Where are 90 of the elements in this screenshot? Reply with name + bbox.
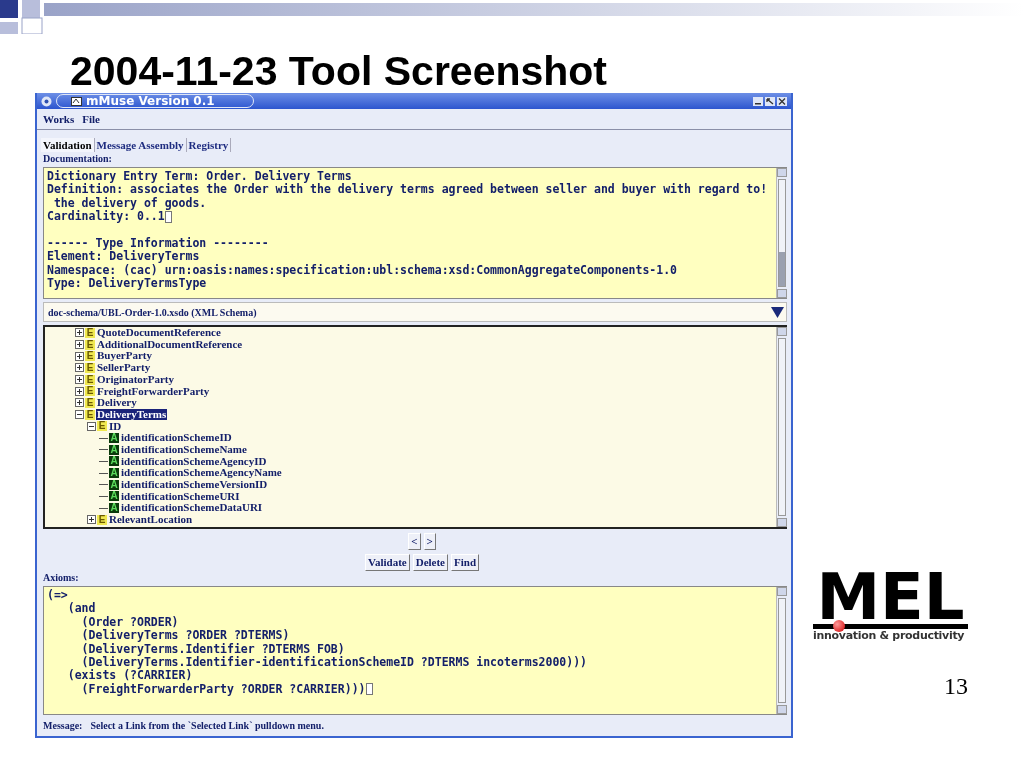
documentation-line: Definition: associates the Order with the delivery terms agreed between seller and buyer with regard to!	[47, 183, 768, 197]
tree-item[interactable]: identificationSchemeName	[120, 443, 248, 456]
page-number: 13	[944, 673, 968, 700]
window-title: mMuse Version 0.1	[86, 95, 215, 107]
tree-toggle-icon[interactable]	[75, 410, 84, 420]
axiom-line: (FreightForwarderParty ?ORDER ?CARRIER)))	[80, 682, 366, 697]
nav-button[interactable]: <	[408, 533, 421, 550]
node-type-icon: E	[85, 374, 95, 385]
node-type-icon: E	[85, 362, 95, 373]
tree-toggle-icon[interactable]	[75, 351, 84, 361]
action-button[interactable]: Find	[451, 554, 479, 571]
node-type-icon: A	[109, 433, 119, 444]
tree-toggle-icon[interactable]	[75, 363, 84, 373]
tree-item[interactable]: identificationSchemeVersionID	[120, 479, 269, 491]
company-logo: MEL innovation & productivity	[813, 572, 968, 643]
axiom-line: (and	[66, 602, 96, 616]
node-type-icon: E	[85, 397, 95, 408]
slide-title: 2004-11-23 Tool Screenshot	[70, 50, 608, 93]
tree-item[interactable]: SellerParty	[96, 362, 152, 374]
tree-toggle-icon[interactable]	[75, 375, 84, 385]
tree-toggle-icon[interactable]	[75, 328, 84, 338]
documentation-line: Element: DeliveryTerms	[47, 250, 200, 264]
tree-item[interactable]: Delivery	[96, 397, 138, 409]
dropdown-arrow-icon	[771, 306, 784, 318]
documentation-line: Namespace: (cac) urn:oasis:names:specification:ubl:schema:xsd:CommonAggregateComponents-1.0	[47, 263, 678, 278]
section-label: Documentation:	[42, 152, 113, 166]
node-type-icon: E	[85, 409, 95, 420]
node-type-icon: E	[85, 327, 95, 338]
section-label: Axioms:	[42, 571, 80, 585]
node-type-icon: E	[85, 386, 95, 397]
status-label: Message:	[43, 720, 83, 732]
tree-item[interactable]: QuoteDocumentReference	[96, 327, 222, 339]
nav-button[interactable]: >	[423, 533, 436, 550]
tree-item[interactable]: identificationSchemeAgencyID	[120, 455, 268, 468]
documentation-line: ------ Type Information --------	[47, 236, 269, 251]
node-type-icon: A	[109, 468, 119, 479]
documentation-text-area[interactable]	[43, 167, 787, 299]
axiom-line: (DeliveryTerms ?ORDER ?DTERMS)	[80, 629, 290, 643]
tree-item[interactable]: identificationSchemeDataURI	[120, 502, 264, 514]
tree-item[interactable]: OriginatorParty	[96, 373, 175, 386]
scrollbar[interactable]	[776, 327, 787, 527]
maximize-icon[interactable]	[765, 96, 775, 106]
tree-item[interactable]: ID	[108, 420, 123, 433]
window-menu-icon[interactable]	[41, 95, 52, 107]
minimize-icon[interactable]	[753, 96, 763, 106]
tree-item[interactable]: identificationSchemeURI	[120, 490, 241, 503]
action-button[interactable]: Delete	[412, 554, 448, 571]
scrollbar[interactable]	[776, 587, 787, 714]
node-type-icon: E	[97, 514, 107, 525]
schema-dropdown[interactable]: doc-schema/UBL-Order-1.0.xsdo (XML Schema)	[43, 302, 787, 322]
menu-item[interactable]: File	[82, 113, 100, 126]
node-type-icon: E	[85, 351, 95, 362]
tree-item[interactable]: RelevantLocation	[108, 514, 194, 526]
node-type-icon: E	[97, 421, 107, 432]
tree-toggle-icon[interactable]	[75, 398, 84, 408]
tree-item[interactable]: DeliveryTerms	[96, 408, 168, 421]
tree-item[interactable]: identificationSchemeAgencyName	[120, 467, 283, 479]
tree-toggle-icon[interactable]	[75, 386, 84, 396]
tree-item[interactable]: BuyerParty	[96, 350, 153, 362]
documentation-line: Dictionary Entry Term: Order. Delivery Terms	[47, 170, 352, 184]
documentation-line: Type: DeliveryTermsType	[47, 277, 207, 291]
menu-item[interactable]: Works	[43, 113, 75, 126]
tree-toggle-icon[interactable]	[87, 515, 96, 525]
axiom-line: (=>	[47, 589, 68, 603]
axioms-text-area[interactable]	[43, 586, 787, 715]
axiom-line: (DeliveryTerms.Identifier-identificationSchemeID ?DTERMS incoterms2000)))	[81, 655, 588, 670]
tab[interactable]: Validation	[41, 138, 95, 152]
documentation-line: Cardinality: 0..1	[47, 210, 165, 224]
app-icon	[71, 96, 82, 106]
axiom-line: (DeliveryTerms.Identifier ?DTERMS FOB)	[80, 642, 345, 656]
tree-item[interactable]: identificationSchemeID	[120, 432, 233, 444]
axiom-line: (exists (?CARRIER)	[66, 669, 193, 683]
tree-toggle-icon[interactable]	[75, 340, 84, 350]
tree-item[interactable]: AdditionalDocumentReference	[96, 338, 244, 351]
documentation-line: the delivery of goods.	[53, 196, 207, 211]
tree-item[interactable]: FreightForwarderParty	[96, 385, 211, 398]
close-icon[interactable]	[777, 96, 787, 106]
tree-toggle-icon[interactable]	[87, 421, 96, 431]
action-button[interactable]: Validate	[364, 554, 410, 571]
tab[interactable]: Message Assembly	[94, 138, 187, 152]
node-type-icon: A	[109, 491, 119, 502]
node-type-icon: A	[109, 444, 119, 455]
node-type-icon: E	[85, 339, 95, 350]
node-type-icon: A	[109, 479, 119, 490]
tab[interactable]: Registry	[186, 138, 232, 152]
status-message: Select a Link from the `Selected Link` pulldown menu.	[90, 720, 324, 732]
node-type-icon: A	[109, 456, 119, 467]
axiom-line: (Order ?ORDER)	[80, 615, 179, 629]
scrollbar[interactable]	[776, 168, 787, 298]
node-type-icon: A	[109, 503, 119, 514]
